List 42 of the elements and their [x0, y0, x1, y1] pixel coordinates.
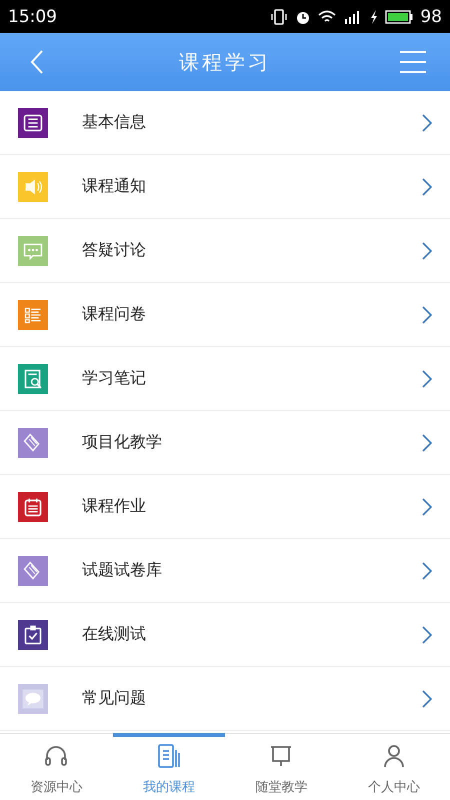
menu-label: 答疑讨论: [82, 240, 147, 261]
chevron-icon: [422, 370, 432, 388]
chevron-icon: [422, 626, 432, 644]
menu-label: 课程作业: [82, 496, 147, 517]
menu-item[interactable]: 项目化教学: [0, 411, 450, 475]
nav-tab[interactable]: 资源中心: [0, 734, 112, 800]
menu-label: 常见问题: [82, 688, 147, 709]
nav-tab[interactable]: 随堂教学: [225, 734, 338, 800]
menu-item[interactable]: 学习笔记: [0, 347, 450, 411]
back-icon: [30, 49, 44, 75]
chevron-icon: [422, 306, 432, 324]
menu-label: 试题试卷库: [82, 560, 163, 581]
menu-item[interactable]: 试题试卷库: [0, 539, 450, 603]
menu-item[interactable]: 课程通知: [0, 155, 450, 219]
chevron-icon: [422, 242, 432, 260]
wifi-icon: [318, 8, 336, 24]
menu-item[interactable]: 在线测试: [0, 603, 450, 667]
nav-tab[interactable]: 个人中心: [338, 734, 450, 800]
status-time: 15:09: [8, 6, 57, 26]
chevron-icon: [422, 178, 432, 196]
menu-label: 基本信息: [82, 112, 147, 133]
chevron-icon: [422, 498, 432, 516]
battery-icon: [385, 8, 414, 24]
menu-label: 在线测试: [82, 624, 147, 645]
chevron-icon: [422, 562, 432, 580]
menu-label: 课程问卷: [82, 304, 147, 325]
menu-label: 学习笔记: [82, 368, 147, 389]
battery-level: 98: [420, 6, 442, 26]
vibrate-icon: [270, 8, 288, 24]
menu-label: 项目化教学: [82, 432, 163, 453]
charging-icon: [370, 8, 378, 24]
menu-item[interactable]: 课程作业: [0, 475, 450, 539]
chevron-icon: [422, 434, 432, 452]
menu-label: 课程通知: [82, 176, 147, 197]
menu-item[interactable]: 答疑讨论: [0, 219, 450, 283]
chevron-icon: [422, 114, 432, 132]
menu-item[interactable]: 课程问卷: [0, 283, 450, 347]
menu-item[interactable]: 常见问题: [0, 667, 450, 731]
menu-icon: [400, 51, 426, 73]
page-title: 课程学习: [178, 48, 272, 76]
chevron-icon: [422, 690, 432, 708]
menu-item[interactable]: 基本信息: [0, 91, 450, 155]
